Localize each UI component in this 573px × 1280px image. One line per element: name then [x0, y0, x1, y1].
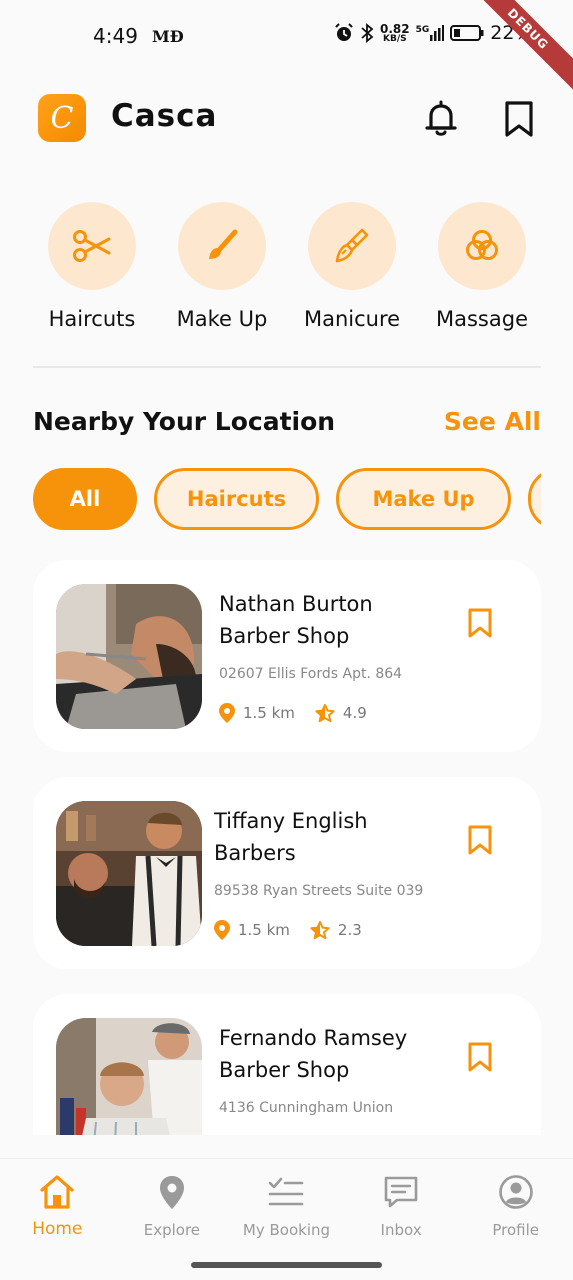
- category-haircuts[interactable]: Haircuts: [33, 202, 151, 331]
- location-pin-icon: [219, 703, 235, 723]
- category-icon-bg: [308, 202, 396, 290]
- nav-inbox[interactable]: Inbox: [344, 1159, 459, 1254]
- category-list: Haircuts Make Up Manicure Massage: [33, 202, 541, 331]
- see-all-link[interactable]: See All: [444, 407, 541, 436]
- network-type: 5G: [415, 25, 430, 35]
- filter-chips: All Haircuts Make Up: [33, 468, 541, 532]
- booking-list-icon: [269, 1177, 304, 1206]
- app-logo: C: [38, 94, 86, 142]
- brush-icon: [209, 229, 238, 259]
- shop-name: Tiffany English Barbers: [214, 809, 368, 865]
- shop-card[interactable]: Nathan Burton Barber Shop 02607 Ellis Fo…: [33, 560, 541, 752]
- divider: [33, 366, 541, 368]
- bookmark-icon[interactable]: [502, 100, 536, 138]
- shop-photo: [56, 801, 202, 946]
- category-icon-bg: [48, 202, 136, 290]
- category-icon-bg: [438, 202, 526, 290]
- category-make-up[interactable]: Make Up: [163, 202, 281, 331]
- scissors-icon: [73, 230, 111, 262]
- signal-icon: [430, 25, 445, 41]
- shop-photo: [56, 1018, 202, 1135]
- nav-label: My Booking: [242, 1221, 331, 1239]
- net-speed-value: 0.82: [380, 21, 410, 36]
- shop-list: Nathan Burton Barber Shop 02607 Ellis Fo…: [33, 560, 541, 1135]
- alarm-icon: [335, 23, 353, 41]
- shop-card[interactable]: Tiffany English Barbers 89538 Ryan Stree…: [33, 777, 541, 969]
- shop-distance: 1.5 km: [238, 921, 290, 939]
- category-massage[interactable]: Massage: [423, 202, 541, 331]
- status-time: 4:49: [93, 24, 138, 48]
- nail-brush-icon: [335, 228, 369, 263]
- app-title: Casca: [111, 98, 218, 134]
- shop-address: 4136 Cunningham Union: [219, 1100, 394, 1116]
- category-label: Manicure: [303, 307, 401, 331]
- bookmark-icon[interactable]: [467, 608, 493, 638]
- nav-explore[interactable]: Explore: [115, 1159, 230, 1254]
- battery-icon: [450, 25, 484, 41]
- bookmark-icon[interactable]: [467, 1042, 493, 1072]
- nav-my-booking[interactable]: My Booking: [229, 1159, 344, 1254]
- shop-photo: [56, 584, 202, 729]
- section-title: Nearby Your Location: [33, 407, 336, 436]
- chip-haircuts[interactable]: Haircuts: [154, 468, 319, 530]
- location-pin-icon: [214, 920, 230, 940]
- home-indicator[interactable]: [191, 1262, 382, 1268]
- status-carrier: MƉ: [152, 27, 184, 46]
- bell-icon[interactable]: [424, 100, 458, 138]
- net-speed-unit: KB/S: [383, 33, 407, 44]
- location-pin-icon: [159, 1176, 184, 1209]
- chip-make-up[interactable]: Make Up: [336, 468, 511, 530]
- shop-meta: 1.5 km 2.3: [214, 920, 382, 940]
- nav-label: Explore: [143, 1221, 201, 1239]
- profile-icon: [498, 1175, 533, 1209]
- nav-label: Inbox: [380, 1221, 422, 1239]
- nav-label: Home: [32, 1219, 83, 1239]
- chat-icon: [384, 1176, 418, 1208]
- shop-meta: 1.5 km 4.9: [219, 703, 387, 723]
- status-bar: 4:49 MƉ 0.82 KB/S 5G 22% DEBUG: [0, 0, 573, 90]
- star-icon: [310, 920, 330, 939]
- category-label: Haircuts: [48, 307, 136, 331]
- shop-name: Nathan Burton Barber Shop: [219, 592, 373, 648]
- debug-banner: DEBUG: [467, 0, 573, 90]
- net-speed: 0.82 KB/S: [380, 23, 410, 44]
- bottom-nav: Home Explore My Booking Inbox Profile: [0, 1158, 573, 1254]
- signal-group: 5G: [416, 25, 445, 41]
- category-icon-bg: [178, 202, 266, 290]
- shop-name: Fernando Ramsey Barber Shop: [219, 1026, 408, 1082]
- shop-address: 02607 Ellis Fords Apt. 864: [219, 666, 403, 682]
- category-label: Make Up: [176, 307, 268, 331]
- shop-distance: 1.5 km: [243, 704, 295, 722]
- shop-rating: 4.9: [342, 704, 367, 722]
- nav-label: Profile: [492, 1221, 539, 1239]
- home-icon: [40, 1175, 74, 1209]
- chip-all[interactable]: All: [33, 468, 137, 530]
- shop-card[interactable]: Fernando Ramsey Barber Shop 4136 Cunning…: [33, 994, 541, 1135]
- status-indicators: 0.82 KB/S 5G 22%: [334, 22, 533, 44]
- category-manicure[interactable]: Manicure: [293, 202, 411, 331]
- bluetooth-icon: [361, 23, 374, 43]
- nav-home[interactable]: Home: [0, 1159, 115, 1254]
- chip-overflow[interactable]: [528, 468, 541, 530]
- star-icon: [315, 703, 335, 722]
- shop-address: 89538 Ryan Streets Suite 039: [214, 883, 424, 899]
- app-header: C Casca: [38, 94, 538, 144]
- bookmark-icon[interactable]: [467, 825, 493, 855]
- circles-icon: [466, 230, 498, 260]
- nav-profile[interactable]: Profile: [458, 1159, 573, 1254]
- shop-rating: 2.3: [337, 921, 362, 939]
- category-label: Massage: [436, 307, 528, 331]
